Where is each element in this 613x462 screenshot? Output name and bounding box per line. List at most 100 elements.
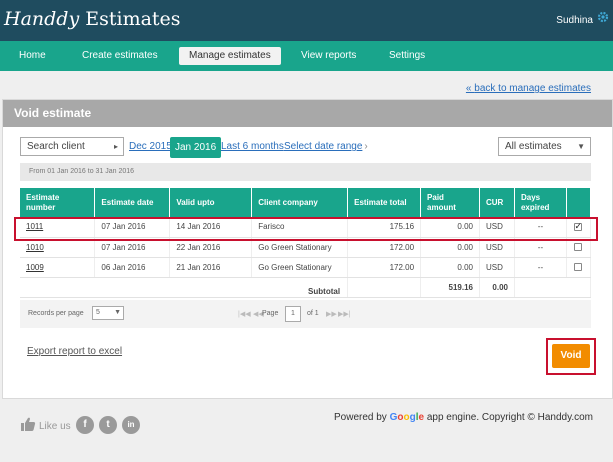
- col-estimate-total[interactable]: Estimate total: [347, 188, 422, 217]
- col-days-expired[interactable]: Days expired: [514, 188, 567, 217]
- currency-cell: USD: [479, 237, 515, 258]
- records-per-page-label: Records per page: [28, 310, 84, 317]
- nav-view-reports[interactable]: View reports: [301, 41, 356, 71]
- select-cell: [566, 257, 592, 278]
- estimate-total-cell: 172.00: [347, 257, 422, 278]
- col-client-company[interactable]: Client company: [251, 188, 349, 217]
- page-of-label: of 1: [307, 310, 319, 317]
- currency-cell: USD: [479, 217, 515, 238]
- linkedin-icon[interactable]: in: [122, 416, 140, 434]
- table-row[interactable]: 1011 07 Jan 2016 14 Jan 2016 Farisco 175…: [20, 217, 592, 238]
- estimate-date-cell: 07 Jan 2016: [94, 237, 171, 258]
- records-per-page-select[interactable]: 5 ▼: [92, 306, 124, 320]
- back-link-label: back to manage estimates: [474, 83, 591, 94]
- nav-manage-estimates[interactable]: Manage estimates: [179, 47, 281, 65]
- last-page-icon[interactable]: ▶▶|: [338, 310, 351, 318]
- currency-cell: USD: [479, 257, 515, 278]
- estimate-number-link[interactable]: 1010: [26, 243, 44, 252]
- double-chevron-left-icon: «: [465, 83, 475, 94]
- select-cell: [566, 237, 592, 258]
- col-estimate-number[interactable]: Estimate number: [20, 188, 96, 217]
- valid-upto-cell: 22 Jan 2016: [169, 237, 253, 258]
- period-select-date-range[interactable]: Select date range ›: [284, 141, 368, 152]
- back-to-manage-link[interactable]: « back to manage estimates: [466, 83, 591, 94]
- row-checkbox[interactable]: [574, 221, 583, 232]
- date-range-text: From 01 Jan 2016 to 31 Jan 2016: [20, 163, 591, 181]
- subtotal-spacer: [20, 277, 349, 298]
- main-nav: Home Create estimates Manage estimates V…: [0, 41, 613, 71]
- void-button[interactable]: Void: [552, 344, 590, 368]
- paid-amount-cell: 0.00: [420, 257, 480, 278]
- subtotal-label: Subtotal: [308, 287, 341, 296]
- valid-upto-cell: 14 Jan 2016: [169, 217, 253, 238]
- thumbs-up-icon: [21, 417, 36, 431]
- caret-right-icon: ▸: [113, 142, 118, 151]
- period-dec-2015[interactable]: Dec 2015: [129, 141, 172, 152]
- client-select[interactable]: Search client ▸: [20, 137, 124, 156]
- panel-title: Void estimate: [3, 100, 612, 127]
- estimate-date-cell: 07 Jan 2016: [94, 217, 171, 238]
- estimate-date-cell: 06 Jan 2016: [94, 257, 171, 278]
- days-expired-cell: --: [514, 237, 567, 258]
- like-us-label: Like us: [39, 421, 71, 432]
- nav-create-estimates[interactable]: Create estimates: [82, 41, 158, 71]
- col-cur[interactable]: CUR: [479, 188, 515, 217]
- logo-script: Handdy: [4, 8, 80, 30]
- date-range-label: Select date range: [284, 141, 363, 152]
- period-last-6-months[interactable]: Last 6 months: [221, 141, 284, 152]
- days-expired-cell: --: [514, 217, 567, 238]
- estimate-number-cell[interactable]: 1011: [20, 217, 96, 238]
- subtotal-total: 519.16: [420, 277, 480, 298]
- page-number-input[interactable]: 1: [285, 306, 301, 322]
- next-page-icon[interactable]: ▶▶: [326, 310, 337, 318]
- estimate-number-link[interactable]: 1011: [26, 222, 43, 231]
- page-label: Page: [262, 310, 279, 317]
- subtotal-spacer-end: [514, 277, 592, 298]
- nav-settings[interactable]: Settings: [389, 41, 425, 71]
- client-company-cell: Farisco: [251, 217, 349, 238]
- col-estimate-date[interactable]: Estimate date: [94, 188, 171, 217]
- facebook-icon[interactable]: f: [76, 416, 94, 434]
- estimate-number-cell[interactable]: 1010: [20, 237, 96, 258]
- row-checkbox[interactable]: [574, 243, 583, 252]
- records-per-page-value: 5: [96, 309, 100, 316]
- estimate-number-link[interactable]: 1009: [26, 263, 44, 272]
- client-company-cell: Go Green Stationary: [251, 237, 349, 258]
- powered-by-text: Powered by Google app engine. Copyright …: [334, 412, 593, 423]
- first-page-icon[interactable]: |◀◀: [238, 310, 251, 318]
- select-cell: [566, 217, 592, 238]
- subtotal-paid: 0.00: [479, 277, 515, 298]
- logo-text: Estimates: [85, 8, 181, 30]
- twitter-icon[interactable]: t: [99, 416, 117, 434]
- estimates-table: Estimate number Estimate date Valid upto…: [20, 188, 592, 298]
- paid-amount-cell: 0.00: [420, 237, 480, 258]
- powered-suffix: app engine. Copyright © Handdy.com: [426, 412, 593, 423]
- paid-amount-cell: 0.00: [420, 217, 480, 238]
- estimates-filter-value: All estimates: [505, 141, 562, 152]
- estimate-total-cell: 175.16: [347, 217, 422, 238]
- client-select-value: Search client: [27, 141, 85, 152]
- google-logo: Google: [390, 412, 424, 423]
- subtotal-row: Subtotal 519.16 0.00: [20, 277, 592, 298]
- period-jan-2016[interactable]: Jan 2016: [170, 137, 222, 158]
- gear-icon[interactable]: [597, 11, 609, 23]
- chevron-right-icon: ›: [364, 141, 368, 152]
- table-row[interactable]: 1010 07 Jan 2016 22 Jan 2016 Go Green St…: [20, 237, 592, 258]
- nav-home[interactable]: Home: [19, 41, 46, 71]
- caret-down-icon: ▼: [114, 309, 121, 316]
- table-row[interactable]: 1009 06 Jan 2016 21 Jan 2016 Go Green St…: [20, 257, 592, 278]
- col-valid-upto[interactable]: Valid upto: [169, 188, 253, 217]
- google-letter: e: [418, 412, 425, 423]
- user-name[interactable]: Sudhina: [556, 15, 593, 26]
- estimate-number-cell[interactable]: 1009: [20, 257, 96, 278]
- valid-upto-cell: 21 Jan 2016: [169, 257, 253, 278]
- row-checkbox[interactable]: [574, 263, 583, 272]
- export-excel-link[interactable]: Export report to excel: [27, 346, 122, 357]
- subtotal-label-cell: Subtotal: [308, 277, 422, 298]
- app-logo[interactable]: Handdy Estimates: [4, 8, 181, 30]
- col-paid-amount[interactable]: Paid amount: [420, 188, 480, 217]
- days-expired-cell: --: [514, 257, 567, 278]
- estimates-filter-select[interactable]: All estimates ▼: [498, 137, 591, 156]
- client-company-cell: Go Green Stationary: [251, 257, 349, 278]
- caret-down-icon: ▼: [577, 142, 585, 151]
